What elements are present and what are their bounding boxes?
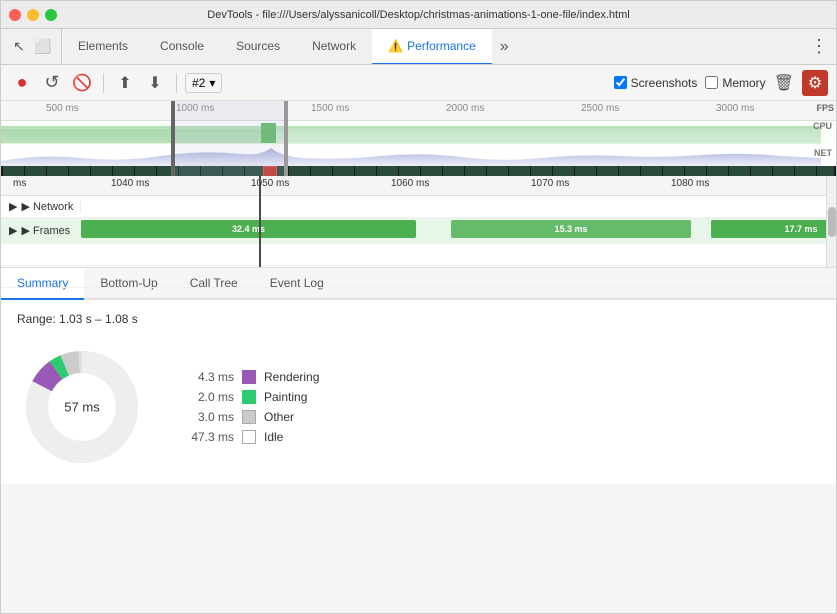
- memory-checkbox[interactable]: [705, 76, 718, 89]
- selection-right-handle[interactable]: [284, 101, 288, 176]
- close-button[interactable]: [9, 9, 21, 21]
- devtools-menu-button[interactable]: ⋮: [810, 36, 828, 57]
- record-button[interactable]: ●: [9, 70, 35, 96]
- delete-profile-button[interactable]: 🗑: [774, 73, 794, 93]
- chevron-down-icon: ▾: [209, 76, 215, 90]
- legend-row-idle: 47.3 ms Idle: [179, 430, 319, 444]
- more-tabs-button[interactable]: »: [492, 29, 517, 64]
- devtools-icons[interactable]: ↖ ⬜: [1, 29, 62, 64]
- network-expand-icon[interactable]: ▶: [9, 200, 17, 213]
- settings-button[interactable]: ⚙: [802, 70, 828, 96]
- tab-console[interactable]: Console: [144, 29, 220, 64]
- upload-button[interactable]: ⬆: [112, 70, 138, 96]
- screenshots-toggle[interactable]: Screenshots: [614, 76, 698, 90]
- tab-sources[interactable]: Sources: [220, 29, 296, 64]
- summary-legend: 4.3 ms Rendering 2.0 ms Painting 3.0 ms …: [179, 370, 319, 444]
- frame-block-3: 17.7 ms: [711, 220, 836, 238]
- tab-bar-right: ⋮: [802, 29, 836, 64]
- tick-500: 500 ms: [46, 103, 79, 114]
- network-row[interactable]: ▶ ▶ Network: [1, 196, 836, 218]
- range-label: Range: 1.03 s – 1.08 s: [17, 312, 820, 326]
- network-row-label[interactable]: ▶ ▶ Network: [1, 200, 81, 213]
- tick-1000: 1000 ms: [176, 103, 214, 114]
- fps-bar: CPU: [1, 121, 836, 146]
- tick-1500: 1500 ms: [311, 103, 349, 114]
- warning-icon: ⚠️: [388, 39, 403, 53]
- cpu-label: CPU: [813, 121, 832, 131]
- timeline-detail[interactable]: ms 1040 ms 1050 ms 1060 ms 1070 ms 1080 …: [1, 176, 836, 268]
- painting-color: [242, 390, 256, 404]
- legend-row-painting: 2.0 ms Painting: [179, 390, 319, 404]
- scrollbar-thumb[interactable]: [828, 207, 836, 237]
- memory-toggle[interactable]: Memory: [705, 76, 765, 90]
- frames-row-label[interactable]: ▶ ▶ Frames: [1, 224, 81, 237]
- window-title: DevTools - file:///Users/alyssanicoll/De…: [1, 9, 836, 21]
- tab-network[interactable]: Network: [296, 29, 372, 64]
- frame-block-2: 15.3 ms: [451, 220, 691, 238]
- detail-tick-1070: 1070 ms: [531, 178, 569, 189]
- empty-row-2: [1, 266, 836, 288]
- cursor-icon[interactable]: ↖: [9, 37, 29, 57]
- detail-tick-1060: 1060 ms: [391, 178, 429, 189]
- performance-toolbar: ● ↺ 🚫 ⬆ ⬇ #2 ▾ Screenshots Memory 🗑 ⚙: [1, 65, 836, 101]
- legend-row-rendering: 4.3 ms Rendering: [179, 370, 319, 384]
- title-bar: DevTools - file:///Users/alyssanicoll/De…: [1, 1, 836, 29]
- fps-label: FPS: [816, 103, 834, 113]
- device-icon[interactable]: ⬜: [33, 37, 53, 57]
- minimize-button[interactable]: [27, 9, 39, 21]
- toolbar-right: Screenshots Memory 🗑 ⚙: [614, 70, 828, 96]
- network-row-content: [81, 196, 836, 217]
- timeline-scrollbar[interactable]: [826, 176, 836, 267]
- window-controls[interactable]: [9, 9, 57, 21]
- selection-left-handle[interactable]: [171, 101, 175, 176]
- toolbar-separator-2: [176, 73, 177, 93]
- download-button[interactable]: ⬇: [142, 70, 168, 96]
- screenshots-checkbox[interactable]: [614, 76, 627, 89]
- reload-button[interactable]: ↺: [39, 70, 65, 96]
- frames-row[interactable]: ▶ ▶ Frames 32.4 ms 15.3 ms 17.7 ms: [1, 218, 836, 244]
- rendering-color: [242, 370, 256, 384]
- detail-tick-1040: 1040 ms: [111, 178, 149, 189]
- frames-expand-icon[interactable]: ▶: [9, 224, 17, 237]
- timeline-ruler: 500 ms 1000 ms 1500 ms 2000 ms 2500 ms 3…: [1, 101, 836, 121]
- cpu-bar: NET: [1, 146, 836, 166]
- tab-bar: ↖ ⬜ Elements Console Sources Network ⚠️ …: [1, 29, 836, 65]
- tick-3000: 3000 ms: [716, 103, 754, 114]
- other-color: [242, 410, 256, 424]
- frame-block-1: 32.4 ms: [81, 220, 416, 238]
- legend-row-other: 3.0 ms Other: [179, 410, 319, 424]
- tab-elements[interactable]: Elements: [62, 29, 144, 64]
- gear-icon: ⚙: [808, 73, 822, 93]
- toolbar-separator-1: [103, 73, 104, 93]
- tick-2000: 2000 ms: [446, 103, 484, 114]
- detail-tick-1080: 1080 ms: [671, 178, 709, 189]
- detail-tick-1050: 1050 ms: [251, 178, 289, 189]
- detail-ruler: ms 1040 ms 1050 ms 1060 ms 1070 ms 1080 …: [1, 176, 836, 196]
- clear-button[interactable]: 🚫: [69, 70, 95, 96]
- net-label: NET: [814, 148, 832, 158]
- detail-tick-ms: ms: [13, 178, 26, 189]
- summary-content: Range: 1.03 s – 1.08 s: [1, 300, 836, 484]
- frames-row-content: 32.4 ms 15.3 ms 17.7 ms: [81, 218, 836, 243]
- tab-performance[interactable]: ⚠️ Performance: [372, 29, 492, 64]
- donut-chart: 57 ms: [17, 342, 147, 472]
- summary-chart-area: 57 ms 4.3 ms Rendering 2.0 ms Painting 3…: [17, 342, 820, 472]
- profile-selector[interactable]: #2 ▾: [185, 73, 222, 93]
- maximize-button[interactable]: [45, 9, 57, 21]
- timeline-overview[interactable]: 500 ms 1000 ms 1500 ms 2000 ms 2500 ms 3…: [1, 101, 836, 176]
- idle-color: [242, 430, 256, 444]
- empty-row-1: [1, 244, 836, 266]
- bottom-panel: Summary Bottom-Up Call Tree Event Log Ra…: [1, 268, 836, 484]
- tick-2500: 2500 ms: [581, 103, 619, 114]
- donut-total-label: 57 ms: [64, 400, 99, 415]
